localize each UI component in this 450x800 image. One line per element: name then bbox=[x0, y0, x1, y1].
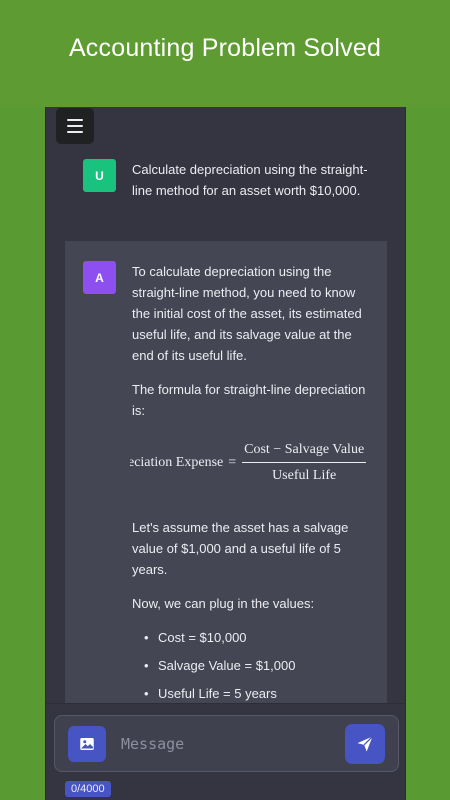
formula-equals: = bbox=[228, 454, 237, 470]
assistant-paragraph: Let's assume the asset has a salvage val… bbox=[132, 520, 349, 577]
depreciation-formula: Depreciation Expense = Cost − Salvage Va… bbox=[130, 439, 368, 505]
user-message: U Calculate depreciation using the strai… bbox=[46, 155, 405, 235]
list-item: Useful Life = 5 years bbox=[142, 683, 372, 704]
send-icon bbox=[357, 736, 373, 752]
user-avatar: U bbox=[83, 159, 116, 192]
assistant-paragraph: To calculate depreciation using the stra… bbox=[132, 264, 362, 363]
formula-fraction: Cost − Salvage Value Useful Life bbox=[242, 439, 367, 486]
chat-screen: U Calculate depreciation using the strai… bbox=[45, 107, 406, 800]
app-banner: Accounting Problem Solved bbox=[0, 0, 450, 107]
user-message-text: Calculate depreciation using the straigh… bbox=[132, 162, 368, 198]
message-input[interactable] bbox=[121, 728, 331, 760]
formula-denominator: Useful Life bbox=[272, 467, 337, 483]
character-counter: 0/4000 bbox=[65, 781, 111, 797]
image-upload-button[interactable] bbox=[68, 726, 106, 762]
assistant-message-body: To calculate depreciation using the stra… bbox=[130, 261, 372, 711]
formula-lhs: Depreciation Expense bbox=[130, 454, 224, 470]
hamburger-menu-icon[interactable] bbox=[56, 108, 94, 144]
list-item: Cost = $10,000 bbox=[142, 627, 372, 648]
formula-numerator: Cost − Salvage Value bbox=[242, 439, 367, 463]
message-input-bar bbox=[54, 715, 399, 772]
composer-area: 0/4000 bbox=[46, 703, 405, 800]
banner-title: Accounting Problem Solved bbox=[68, 34, 382, 62]
image-icon bbox=[80, 738, 94, 750]
assistant-paragraph: The formula for straight-line depreciati… bbox=[132, 382, 366, 418]
values-list: Cost = $10,000 Salvage Value = $1,000 Us… bbox=[142, 627, 372, 704]
assistant-paragraph: Now, we can plug in the values: bbox=[132, 596, 315, 611]
list-item: Salvage Value = $1,000 bbox=[142, 655, 372, 676]
send-button[interactable] bbox=[345, 724, 385, 764]
assistant-avatar: A bbox=[83, 261, 116, 294]
